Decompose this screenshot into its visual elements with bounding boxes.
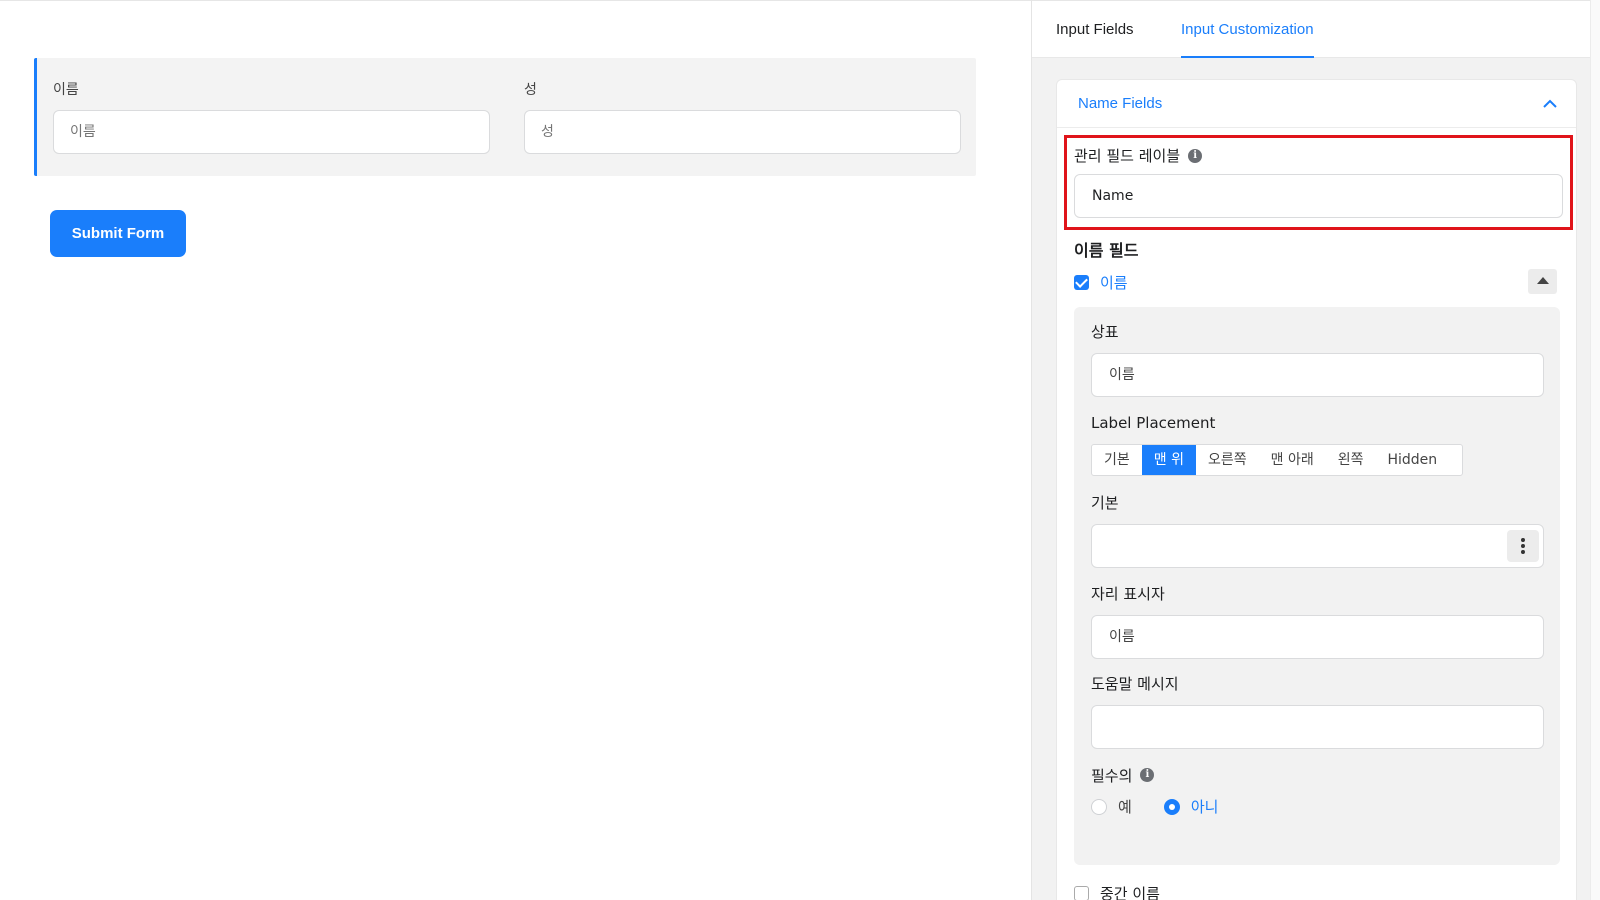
panel-scrollbar[interactable] (1590, 0, 1600, 900)
help-message-setting: 도움말 메시지 (1091, 673, 1544, 749)
chevron-up-icon[interactable] (1542, 96, 1558, 112)
first-name-checkbox[interactable] (1074, 275, 1089, 290)
placement-option-bottom[interactable]: 맨 아래 (1259, 445, 1326, 475)
admin-field-label-group: 관리 필드 레이블 i (1074, 145, 1203, 166)
admin-field-label-highlight: 관리 필드 레이블 i (1064, 135, 1573, 230)
default-value-setting: 기본 (1091, 492, 1544, 568)
label-setting-title: 상표 (1091, 322, 1119, 341)
required-yes-label: 예 (1118, 798, 1132, 816)
name-fields-title: Name Fields (1078, 95, 1163, 112)
admin-field-label-text: 관리 필드 레이블 (1074, 147, 1181, 165)
last-name-input[interactable] (524, 110, 961, 154)
tab-input-fields[interactable]: Input Fields (1056, 1, 1134, 58)
placement-option-default[interactable]: 기본 (1092, 445, 1142, 475)
first-name-collapse-button[interactable] (1528, 269, 1557, 294)
info-icon[interactable]: i (1140, 768, 1155, 782)
radio-circle[interactable] (1091, 798, 1107, 815)
label-placement-setting: Label Placement 기본 맨 위 오른쪽 맨 아래 왼쪽 Hidde… (1091, 413, 1544, 476)
default-value-title: 기본 (1091, 493, 1119, 512)
last-name-label: 성 (524, 82, 537, 98)
name-fields-card: Name Fields 관리 필드 레이블 i 이름 필드 이름 상표 이름 (1056, 79, 1577, 900)
required-setting: 필수의 i 예 아니 (1091, 765, 1544, 817)
placement-option-top[interactable]: 맨 위 (1141, 445, 1196, 475)
label-setting-input[interactable]: 이름 (1091, 353, 1544, 397)
panel-tabs: Input Fields Input Customization (1032, 0, 1600, 58)
first-name-input[interactable] (53, 110, 490, 154)
label-setting: 상표 이름 (1091, 321, 1544, 397)
default-value-input[interactable] (1091, 524, 1544, 568)
name-field-row[interactable]: 이름 성 (34, 58, 976, 176)
required-title-group: 필수의 i (1091, 765, 1544, 785)
form-preview-canvas: 이름 성 Submit Form (0, 0, 1031, 900)
first-name-section-title: 이름 필드 (1074, 241, 1139, 260)
admin-field-label-input[interactable] (1074, 174, 1563, 218)
required-radio-group: 예 아니 (1091, 796, 1544, 817)
tab-input-customization[interactable]: Input Customization (1181, 1, 1314, 58)
required-yes-radio[interactable]: 예 (1091, 796, 1132, 817)
help-message-input[interactable] (1091, 705, 1544, 749)
middle-name-checkbox[interactable] (1074, 886, 1089, 900)
first-name-settings: 상표 이름 Label Placement 기본 맨 위 오른쪽 맨 아래 왼쪽… (1074, 307, 1560, 865)
kebab-menu-icon[interactable] (1507, 530, 1539, 562)
middle-name-toggle-row[interactable]: 중간 이름 (1074, 883, 1160, 900)
radio-circle-selected[interactable] (1163, 798, 1180, 815)
label-placement-segmented: 기본 맨 위 오른쪽 맨 아래 왼쪽 Hidden (1091, 444, 1463, 476)
label-placement-title: Label Placement (1091, 414, 1216, 432)
name-fields-header[interactable]: Name Fields (1057, 80, 1576, 128)
placeholder-title: 자리 표시자 (1091, 584, 1165, 603)
submit-form-button[interactable]: Submit Form (50, 210, 186, 257)
first-name-column: 이름 (53, 80, 490, 154)
settings-panel: Input Fields Input Customization Name Fi… (1031, 0, 1600, 900)
placeholder-setting: 자리 표시자 이름 (1091, 583, 1544, 659)
first-name-checkbox-label: 이름 (1100, 274, 1128, 292)
first-name-label: 이름 (53, 82, 79, 98)
placement-option-hidden[interactable]: Hidden (1375, 445, 1449, 475)
middle-name-label: 중간 이름 (1100, 885, 1160, 900)
placeholder-input[interactable]: 이름 (1091, 615, 1544, 659)
last-name-column: 성 (524, 80, 961, 154)
placement-option-left[interactable]: 왼쪽 (1326, 445, 1376, 475)
placement-option-right[interactable]: 오른쪽 (1196, 445, 1259, 475)
triangle-up-icon (1537, 277, 1549, 284)
required-no-label: 아니 (1190, 798, 1219, 816)
help-message-title: 도움말 메시지 (1091, 674, 1179, 693)
first-name-toggle-row[interactable]: 이름 (1074, 272, 1128, 293)
required-no-radio[interactable]: 아니 (1163, 796, 1219, 817)
required-title: 필수의 (1091, 766, 1133, 785)
info-icon[interactable]: i (1188, 148, 1203, 163)
